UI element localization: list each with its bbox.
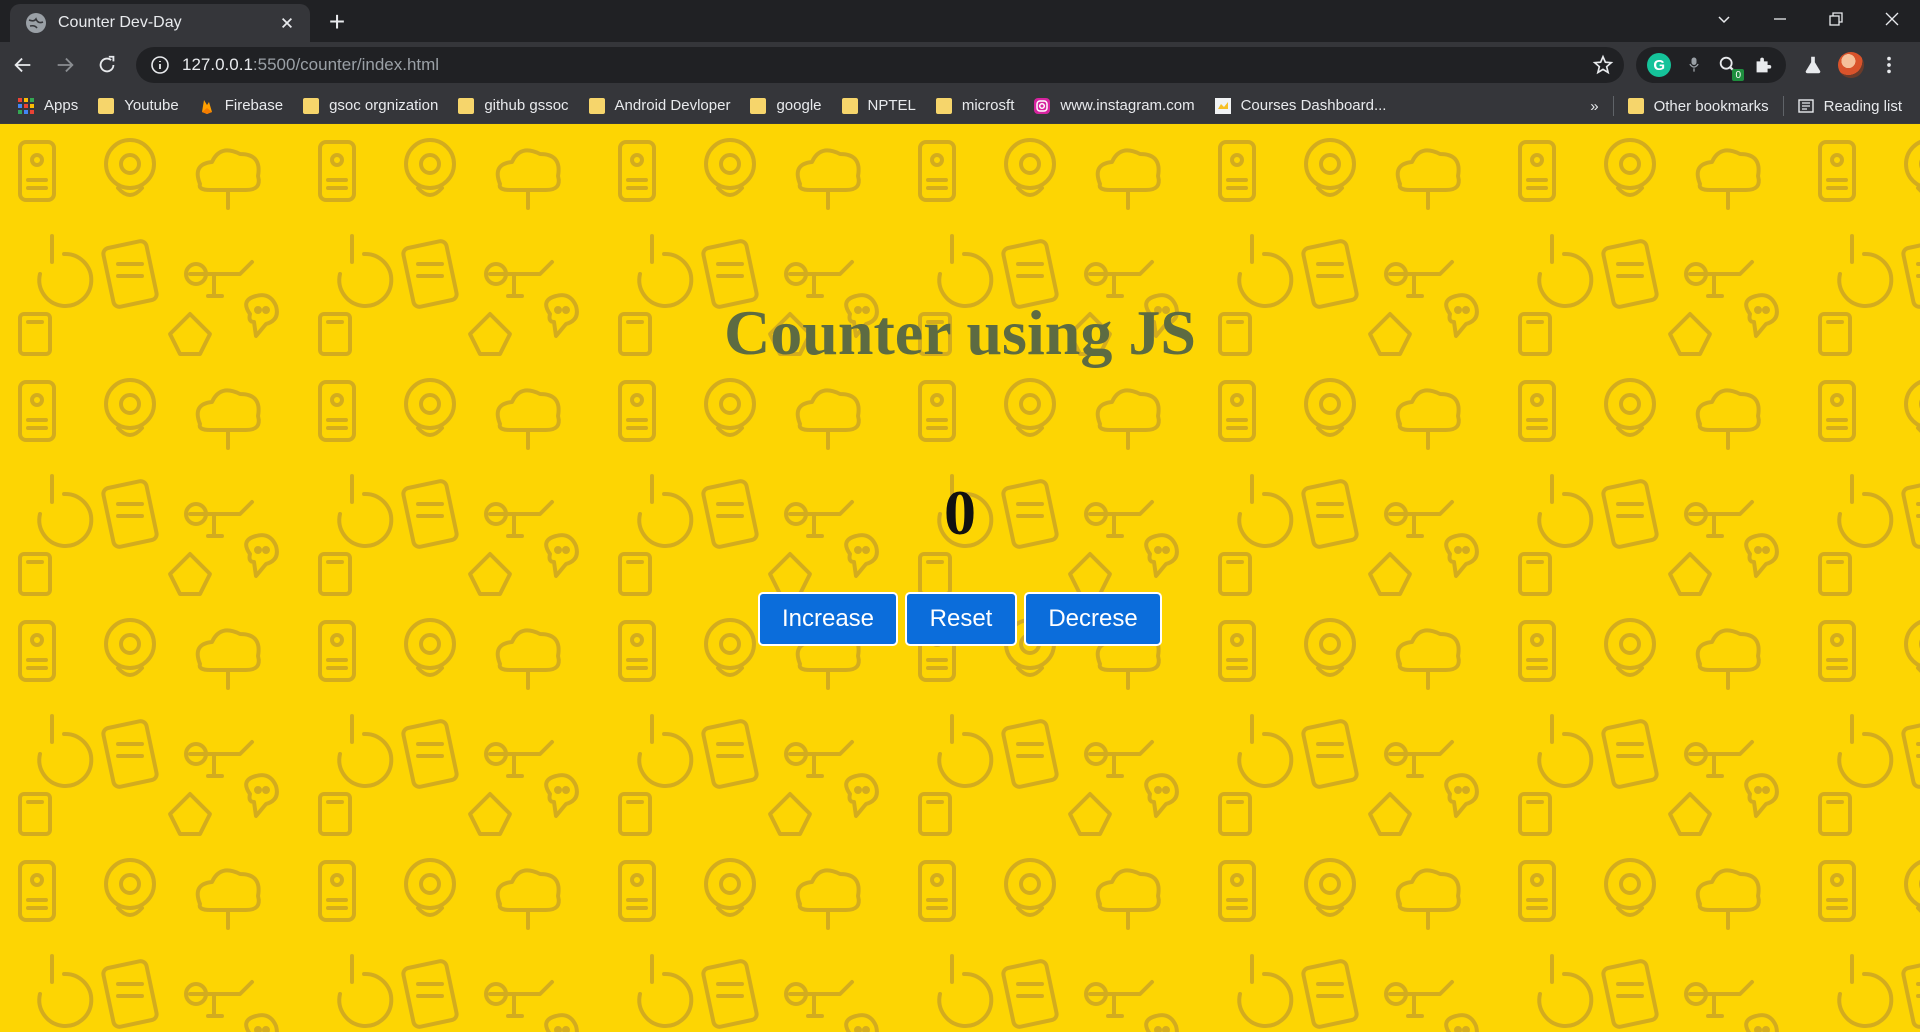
back-arrow-icon [14, 57, 31, 73]
instagram-icon [1034, 97, 1051, 114]
site-info-icon[interactable] [150, 55, 170, 75]
folder-icon [935, 97, 952, 114]
toolbar-right [1794, 47, 1908, 83]
avatar [1838, 52, 1864, 78]
folder-icon [841, 97, 858, 114]
bookmark-gsoc[interactable]: gsoc orgnization [293, 92, 448, 120]
other-bookmarks-label: Other bookmarks [1653, 97, 1769, 115]
bookmark-label: github gssoc [484, 97, 569, 114]
close-window-icon[interactable] [1864, 0, 1920, 38]
minimize-icon[interactable] [1752, 0, 1808, 38]
tab-search-icon[interactable] [1696, 0, 1752, 38]
reload-button[interactable] [88, 46, 126, 84]
globe-icon [26, 13, 46, 33]
bookmark-label: NPTEL [867, 97, 916, 114]
bookmark-google[interactable]: google [740, 92, 831, 120]
bookmark-firebase[interactable]: Firebase [189, 92, 293, 120]
apps-grid-icon [18, 97, 34, 114]
courses-icon [1214, 97, 1231, 114]
bookmark-label: Firebase [224, 97, 284, 114]
grammarly-icon[interactable]: G [1647, 53, 1672, 77]
bookmark-youtube[interactable]: Youtube [88, 92, 189, 120]
counter-value: 0 [944, 477, 976, 548]
bookmarks-divider [1612, 96, 1614, 116]
browser-tab[interactable]: Counter Dev-Day [10, 4, 310, 42]
firebase-icon [201, 99, 212, 114]
bookmarks-divider [1782, 96, 1784, 116]
extension-badge: 0 [1732, 69, 1745, 81]
menu-icon[interactable] [1870, 47, 1908, 83]
other-bookmarks[interactable]: Other bookmarks [1618, 92, 1779, 120]
folder-icon [458, 97, 475, 114]
new-tab-button[interactable]: + [322, 7, 352, 37]
bookmark-label: Courses Dashboard... [1240, 97, 1387, 114]
bookmark-label: Youtube [124, 97, 179, 114]
url-host: 127.0.0.1 [182, 55, 253, 74]
folder-icon [588, 97, 605, 114]
bookmark-github-gssoc[interactable]: github gssoc [448, 92, 578, 120]
bookmark-label: Apps [44, 97, 79, 114]
bookmark-label: Android Devloper [614, 97, 731, 114]
bookmark-instagram[interactable]: www.instagram.com [1024, 92, 1204, 120]
flask-icon[interactable] [1794, 47, 1832, 83]
folder-icon [750, 97, 767, 114]
bookmark-nptel[interactable]: NPTEL [832, 92, 926, 120]
bookmarks-bar: Apps Youtube Firebase gsoc orgnization g… [0, 88, 1920, 124]
folder-icon [303, 97, 320, 114]
back-button[interactable] [4, 46, 42, 84]
url-path: :5500/counter/index.html [252, 55, 440, 74]
bookmark-label: gsoc orgnization [329, 97, 439, 114]
reading-list-label: Reading list [1823, 97, 1902, 115]
bookmarks-right: » Other bookmarks Reading list [1580, 88, 1920, 124]
bookmark-label: www.instagram.com [1060, 97, 1195, 114]
page-heading: Counter using JS [724, 297, 1196, 368]
reset-button[interactable]: Reset [905, 592, 1017, 646]
page-viewport: Counter using JS 0 Increase Reset Decres… [0, 124, 1920, 1032]
puzzle-icon[interactable] [1751, 53, 1775, 77]
bookmark-label: google [776, 97, 822, 114]
background-pattern [0, 124, 1920, 1032]
forward-arrow-icon [57, 57, 74, 73]
browser-toolbar: 127.0.0.1:5500/counter/index.html G 0 [0, 42, 1920, 88]
restore-icon[interactable] [1808, 0, 1864, 38]
bookmark-android[interactable]: Android Devloper [579, 92, 741, 120]
forward-button[interactable] [46, 46, 84, 84]
bookmarks-overflow-button[interactable]: » [1580, 92, 1608, 120]
window-controls [1696, 0, 1920, 38]
decrease-button[interactable]: Decrese [1024, 592, 1162, 646]
profile-button[interactable] [1832, 47, 1870, 83]
bookmark-apps[interactable]: Apps [0, 92, 88, 120]
counter-buttons: Increase Reset Decrese [758, 592, 1162, 646]
bookmark-courses[interactable]: Courses Dashboard... [1205, 92, 1397, 120]
reading-list[interactable]: Reading list [1788, 92, 1920, 120]
reading-list-icon [1797, 99, 1814, 113]
extension-icon[interactable] [1682, 53, 1706, 77]
tab-title: Counter Dev-Day [58, 14, 182, 31]
folder-icon [1627, 98, 1644, 114]
bookmark-label: microsft [961, 97, 1015, 114]
bookmark-microsoft[interactable]: microsft [926, 92, 1025, 120]
search-extension-icon[interactable]: 0 [1716, 53, 1745, 81]
reload-icon [99, 55, 115, 73]
folder-icon [98, 97, 115, 114]
tab-close-icon[interactable] [276, 12, 298, 34]
extensions-area: G 0 [1636, 47, 1786, 83]
tab-strip: Counter Dev-Day + [0, 0, 1920, 42]
address-bar[interactable]: 127.0.0.1:5500/counter/index.html [136, 47, 1624, 83]
increase-button[interactable]: Increase [758, 592, 898, 646]
bookmark-star-icon[interactable] [1592, 54, 1614, 76]
